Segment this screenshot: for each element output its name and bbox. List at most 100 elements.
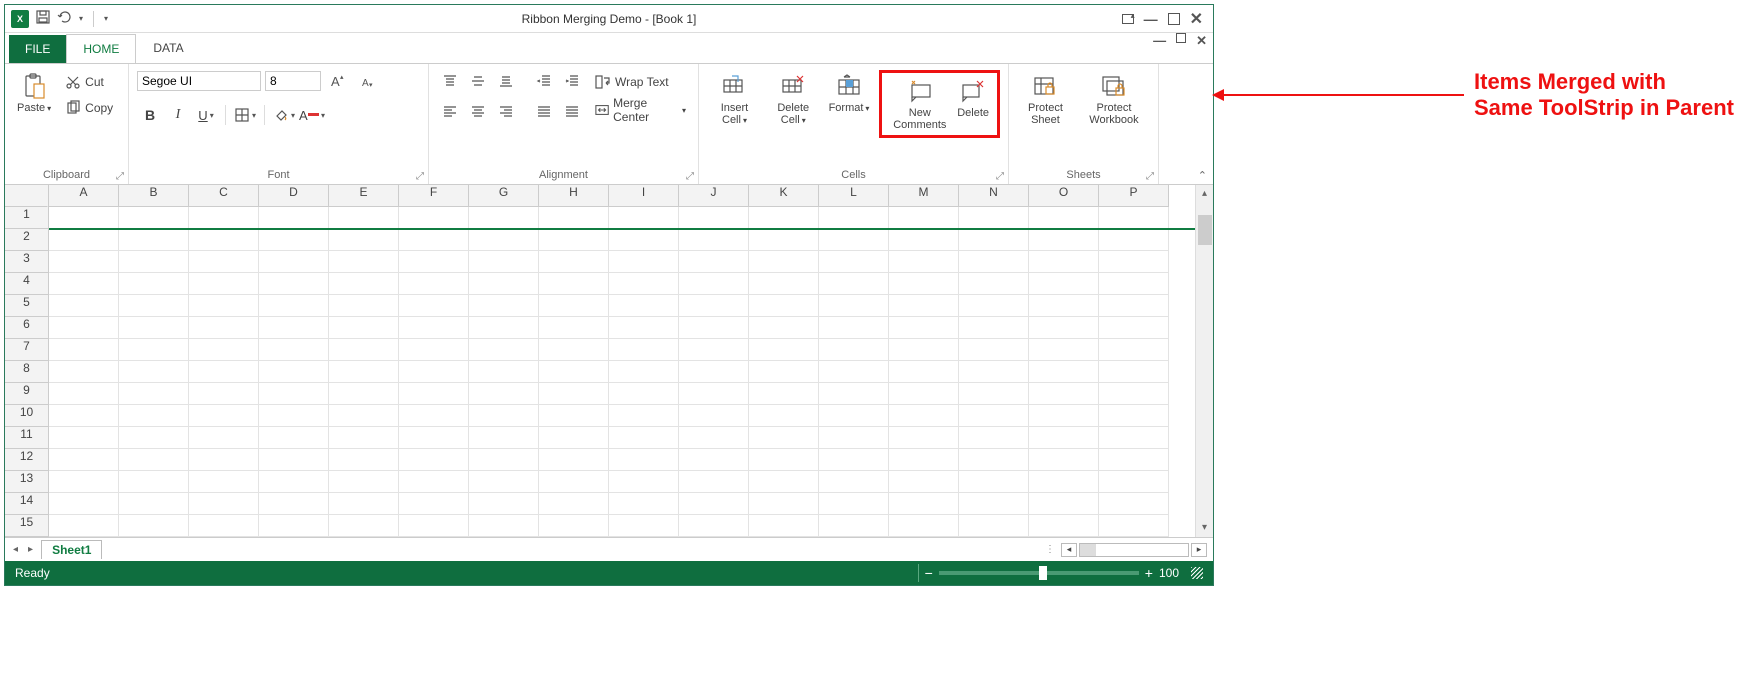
cell[interactable] bbox=[539, 405, 609, 427]
cell[interactable] bbox=[119, 295, 189, 317]
cell[interactable] bbox=[189, 273, 259, 295]
cell[interactable] bbox=[609, 493, 679, 515]
indent-alt2-button[interactable] bbox=[559, 100, 585, 122]
cell[interactable] bbox=[889, 449, 959, 471]
cell[interactable] bbox=[959, 295, 1029, 317]
cell[interactable] bbox=[1099, 493, 1169, 515]
cell[interactable] bbox=[1099, 229, 1169, 251]
cell[interactable] bbox=[399, 471, 469, 493]
cell[interactable] bbox=[259, 207, 329, 229]
cell[interactable] bbox=[49, 471, 119, 493]
cell[interactable] bbox=[749, 515, 819, 537]
save-button[interactable] bbox=[35, 9, 51, 28]
cell[interactable] bbox=[679, 405, 749, 427]
cell[interactable] bbox=[1099, 251, 1169, 273]
cell[interactable] bbox=[539, 251, 609, 273]
cell[interactable] bbox=[749, 427, 819, 449]
cell[interactable] bbox=[959, 207, 1029, 229]
row-header[interactable]: 5 bbox=[5, 295, 48, 317]
cell[interactable] bbox=[119, 361, 189, 383]
cell[interactable] bbox=[679, 295, 749, 317]
qat-customize[interactable]: ▾ bbox=[104, 14, 108, 23]
cell[interactable] bbox=[399, 295, 469, 317]
cell[interactable] bbox=[259, 251, 329, 273]
cell[interactable] bbox=[189, 339, 259, 361]
format-button[interactable]: Format▾ bbox=[825, 70, 874, 116]
new-comments-button[interactable]: New Comments bbox=[886, 75, 953, 133]
underline-button[interactable]: U bbox=[193, 104, 219, 126]
cell[interactable] bbox=[749, 207, 819, 229]
wrap-text-button[interactable]: Wrap Text bbox=[591, 70, 690, 94]
cut-button[interactable]: Cut bbox=[61, 70, 117, 94]
cell[interactable] bbox=[539, 383, 609, 405]
cell[interactable] bbox=[679, 207, 749, 229]
cell[interactable] bbox=[329, 493, 399, 515]
cell[interactable] bbox=[539, 339, 609, 361]
cell[interactable] bbox=[959, 317, 1029, 339]
close-button[interactable]: ✕ bbox=[1190, 9, 1203, 29]
cell[interactable] bbox=[399, 273, 469, 295]
row-header[interactable]: 2 bbox=[5, 229, 48, 251]
row-header[interactable]: 7 bbox=[5, 339, 48, 361]
column-header[interactable]: L bbox=[819, 185, 889, 207]
cell[interactable] bbox=[819, 405, 889, 427]
cell[interactable] bbox=[539, 471, 609, 493]
row-header[interactable]: 15 bbox=[5, 515, 48, 537]
cell[interactable] bbox=[1099, 427, 1169, 449]
sheets-launcher[interactable]: ⤢ bbox=[1146, 171, 1154, 182]
cells-launcher[interactable]: ⤢ bbox=[996, 171, 1004, 182]
cell[interactable] bbox=[119, 515, 189, 537]
cell[interactable] bbox=[609, 273, 679, 295]
cell[interactable] bbox=[1099, 449, 1169, 471]
cell[interactable] bbox=[609, 405, 679, 427]
cell[interactable] bbox=[469, 427, 539, 449]
cell[interactable] bbox=[749, 383, 819, 405]
cell[interactable] bbox=[959, 273, 1029, 295]
cell[interactable] bbox=[749, 273, 819, 295]
cell[interactable] bbox=[469, 361, 539, 383]
cell[interactable] bbox=[119, 383, 189, 405]
cell[interactable] bbox=[259, 383, 329, 405]
increase-indent-button[interactable] bbox=[559, 70, 585, 92]
cell[interactable] bbox=[119, 449, 189, 471]
zoom-in-button[interactable]: + bbox=[1145, 565, 1153, 581]
cell[interactable] bbox=[189, 449, 259, 471]
cell[interactable] bbox=[469, 251, 539, 273]
cell[interactable] bbox=[49, 251, 119, 273]
cell[interactable] bbox=[889, 427, 959, 449]
cell[interactable] bbox=[679, 317, 749, 339]
cell[interactable] bbox=[1029, 427, 1099, 449]
cell[interactable] bbox=[259, 361, 329, 383]
sheet-nav-prev[interactable]: ◂ bbox=[11, 544, 20, 555]
insert-cell-button[interactable]: Insert Cell▾ bbox=[707, 70, 762, 128]
cell[interactable] bbox=[49, 493, 119, 515]
cell[interactable] bbox=[1029, 251, 1099, 273]
cell[interactable] bbox=[889, 515, 959, 537]
cell[interactable] bbox=[889, 251, 959, 273]
collapse-ribbon-button[interactable]: ⌃ bbox=[1198, 169, 1207, 182]
align-bottom-button[interactable] bbox=[493, 70, 519, 92]
cell[interactable] bbox=[469, 383, 539, 405]
cell[interactable] bbox=[819, 449, 889, 471]
cell[interactable] bbox=[889, 383, 959, 405]
cell[interactable] bbox=[1099, 515, 1169, 537]
cell[interactable] bbox=[469, 339, 539, 361]
cell[interactable] bbox=[539, 361, 609, 383]
cell[interactable] bbox=[119, 339, 189, 361]
cell[interactable] bbox=[679, 493, 749, 515]
cell[interactable] bbox=[469, 207, 539, 229]
refresh-button[interactable] bbox=[57, 9, 73, 28]
horizontal-scrollbar[interactable]: ⋮ ◂ ▸ bbox=[1045, 543, 1207, 557]
cell[interactable] bbox=[469, 273, 539, 295]
cell[interactable] bbox=[329, 405, 399, 427]
cell[interactable] bbox=[819, 471, 889, 493]
cell[interactable] bbox=[1099, 383, 1169, 405]
cell[interactable] bbox=[679, 383, 749, 405]
cell[interactable] bbox=[749, 295, 819, 317]
mdi-restore-button[interactable] bbox=[1176, 33, 1186, 43]
clipboard-launcher[interactable]: ⤢ bbox=[116, 171, 124, 182]
cell[interactable] bbox=[1029, 361, 1099, 383]
cell[interactable] bbox=[749, 449, 819, 471]
hscroll-right-button[interactable]: ▸ bbox=[1191, 543, 1207, 557]
protect-sheet-button[interactable]: Protect Sheet bbox=[1017, 70, 1074, 128]
